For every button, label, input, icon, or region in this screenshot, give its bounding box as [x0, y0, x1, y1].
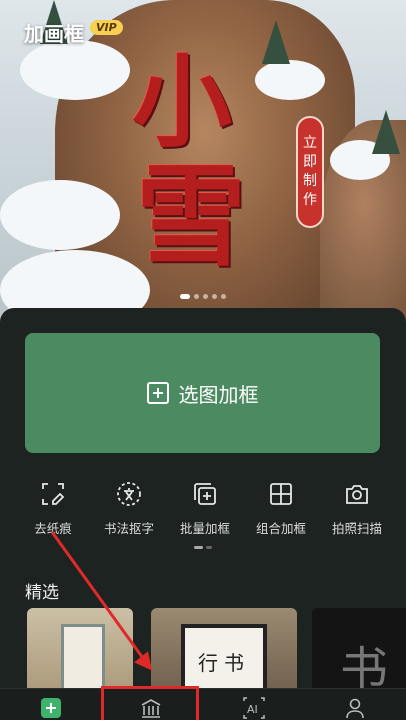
erase-frame-icon — [39, 480, 67, 508]
select-image-frame-label: 选图加框 — [178, 382, 259, 407]
tool-row: 去纸痕 书法抠字 批量加框 组合加框 拍照扫描 — [0, 480, 406, 537]
tool-label: 批量加框 — [179, 521, 230, 536]
tool-label: 拍照扫描 — [331, 521, 382, 536]
calligraphy-dark-thumbnail: 书 — [340, 642, 389, 688]
tab-profile[interactable] — [344, 697, 366, 719]
carousel-dot — [180, 294, 190, 299]
carousel-dot — [194, 294, 199, 299]
tool-combo-frame[interactable]: 组合加框 — [244, 480, 318, 537]
pine-tree — [372, 110, 400, 154]
tool-label: 去纸痕 — [34, 521, 72, 536]
hero-banner[interactable]: 小 雪 — [0, 0, 406, 330]
vip-badge[interactable]: VIP — [90, 20, 123, 35]
tab-add[interactable] — [40, 697, 62, 719]
featured-item[interactable] — [27, 608, 133, 688]
framed-calligraphy-thumbnail: 行书 — [181, 624, 267, 688]
ai-tab-icon-text: AI — [247, 703, 258, 716]
calligraphy-char-2: 雪 — [136, 152, 246, 281]
tool-erase-paper-marks[interactable]: 去纸痕 — [16, 480, 90, 537]
pager-dot — [194, 546, 203, 549]
profile-tab-icon — [346, 698, 364, 719]
hanging-scroll-thumbnail — [61, 624, 105, 688]
annotation-highlight-box — [101, 686, 199, 720]
snow-patch — [0, 180, 120, 250]
make-now-button[interactable]: 立即制作 — [296, 116, 324, 228]
pager-dot — [206, 546, 212, 549]
bottom-tab-bar: AI — [0, 688, 406, 720]
batch-frame-icon — [191, 480, 219, 508]
tool-calligraphy-cutout[interactable]: 书法抠字 — [92, 480, 166, 537]
add-tab-icon — [41, 698, 61, 718]
ai-tab-icon: AI — [243, 697, 265, 719]
app-title: 加画框 — [24, 22, 84, 46]
camera-icon — [343, 480, 371, 508]
featured-title: 精选 — [25, 583, 59, 603]
grid-frame-icon — [267, 480, 295, 508]
carousel-dot — [212, 294, 217, 299]
carousel-dot — [203, 294, 208, 299]
select-image-frame-button[interactable]: 选图加框 — [25, 333, 380, 453]
tool-label: 书法抠字 — [103, 521, 154, 536]
featured-item[interactable]: 书 — [312, 608, 406, 688]
pine-tree — [262, 20, 290, 64]
tool-photo-scan[interactable]: 拍照扫描 — [320, 480, 394, 537]
framed-calligraphy-text: 行书 — [185, 628, 263, 688]
snow-patch — [20, 40, 130, 100]
tool-pager — [194, 546, 212, 549]
calligraphy-char-1: 小 — [132, 43, 232, 161]
tool-batch-frame[interactable]: 批量加框 — [168, 480, 242, 537]
snow-patch — [255, 60, 325, 100]
featured-item[interactable]: 行书 — [151, 608, 297, 688]
tab-ai[interactable]: AI — [243, 697, 265, 719]
carousel-dot — [221, 294, 226, 299]
featured-list: 行书 书 — [25, 608, 406, 688]
carousel-dots — [180, 294, 226, 299]
tool-label: 组合加框 — [255, 521, 306, 536]
add-box-icon — [146, 382, 169, 404]
text-cutout-icon — [115, 480, 143, 508]
